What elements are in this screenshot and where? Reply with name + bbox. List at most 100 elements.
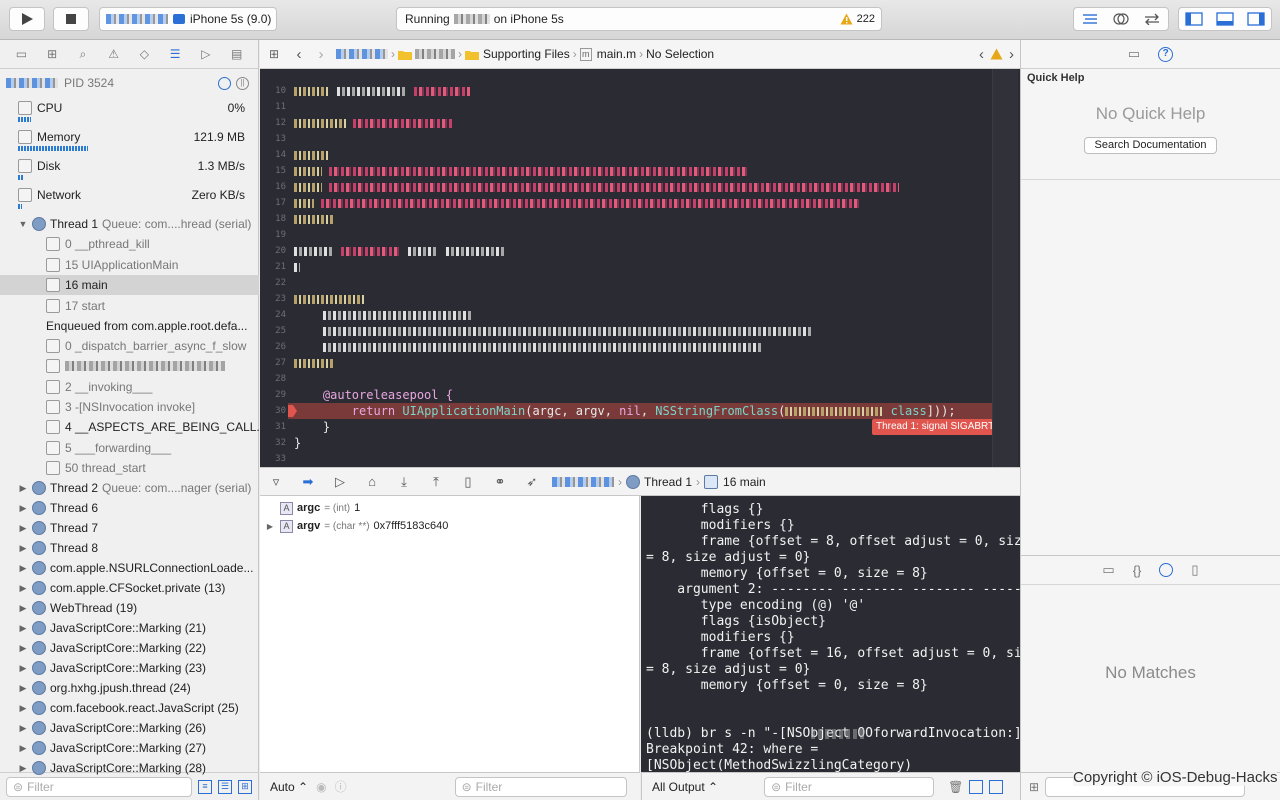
split-right-icon[interactable] — [989, 779, 1004, 794]
variable-row[interactable]: ▶ Aargv = (char **) 0x7fff5183c640 — [260, 517, 448, 535]
disclosure-closed-icon[interactable]: ▶ — [18, 563, 28, 574]
forward-arrow-icon[interactable]: › — [310, 46, 332, 63]
stack-frame-row[interactable]: 0 __pthread_kill — [0, 234, 259, 254]
stop-button[interactable] — [53, 7, 89, 31]
test-navigator-icon[interactable]: ◇ — [135, 47, 153, 61]
gauge-disk[interactable]: Disk 1.3 MB/s — [0, 156, 259, 176]
previous-issue-icon[interactable]: ‹ — [979, 46, 984, 63]
disclosure-closed-icon[interactable]: ▶ — [18, 523, 28, 534]
gauge-network[interactable]: Network Zero KB/s — [0, 185, 259, 205]
error-badge[interactable]: Thread 1: signal SIGABRT — [872, 419, 999, 435]
stack-frame-row[interactable]: 16 main — [0, 275, 259, 295]
disclosure-closed-icon[interactable]: ▶ — [18, 663, 28, 674]
thread-row[interactable]: ▶ JavaScriptCore::Marking (28) — [0, 758, 259, 778]
toggle-navigator-icon[interactable] — [1185, 12, 1203, 26]
toggle-debug-area-icon[interactable] — [1216, 12, 1234, 26]
scheme-selector[interactable]: iPhone 5s (9.0) — [99, 7, 277, 31]
related-items-icon[interactable]: ⊞ — [260, 47, 288, 61]
disclosure-closed-icon[interactable]: ▶ — [18, 503, 28, 514]
standard-editor-icon[interactable] — [1082, 13, 1098, 25]
disclosure-closed-icon[interactable]: ▶ — [18, 643, 28, 654]
issue-navigator-icon[interactable]: ⚠ — [105, 47, 123, 61]
breakpoint-navigator-icon[interactable]: ▷ — [197, 47, 215, 61]
redacted-process-crumb[interactable] — [552, 476, 614, 487]
object-library-icon[interactable] — [1159, 563, 1174, 577]
run-button[interactable] — [9, 7, 45, 31]
thread-crumb[interactable]: Thread 1 — [644, 475, 692, 489]
thread-1-row[interactable]: ▼ Thread 1 Queue: com....hread (serial) — [0, 214, 259, 234]
disclosure-closed-icon[interactable]: ▶ — [18, 603, 28, 614]
find-navigator-icon[interactable]: ⌕ — [74, 47, 92, 62]
disclosure-closed-icon[interactable]: ▶ — [18, 763, 28, 774]
thread-row[interactable]: ▶ Thread 8 — [0, 538, 259, 558]
warning-indicator[interactable]: 222 — [840, 13, 875, 25]
thread-row[interactable]: ▶ Thread 2 Queue: com....nager (serial) — [0, 478, 259, 498]
disclosure-closed-icon[interactable]: ▶ — [18, 583, 28, 594]
console-filter-input[interactable]: ⊜ Filter — [764, 776, 935, 797]
disclosure-closed-icon[interactable]: ▶ — [18, 483, 28, 494]
debug-navigator-icon[interactable]: ☰ — [166, 47, 184, 61]
thread-row[interactable]: ▶ JavaScriptCore::Marking (27) — [0, 738, 259, 758]
running-thread-filter-icon[interactable]: ☰ — [218, 779, 232, 794]
step-into-icon[interactable]: ⤓ — [388, 474, 420, 490]
variable-disclosure-icon[interactable]: ▶ — [260, 522, 280, 531]
output-selector[interactable]: All Output ⌃ — [652, 780, 718, 794]
disclosure-closed-icon[interactable]: ▶ — [18, 623, 28, 634]
gauge-cpu[interactable]: CPU 0% — [0, 98, 259, 118]
file-template-library-icon[interactable]: ▭ — [1102, 562, 1114, 578]
disclosure-closed-icon[interactable]: ▶ — [18, 703, 28, 714]
stack-frame-row[interactable]: 15 UIApplicationMain — [0, 255, 259, 275]
disclosure-closed-icon[interactable]: ▶ — [18, 743, 28, 754]
breakpoints-toggle-icon[interactable]: ➡ — [292, 474, 324, 490]
redacted-folder-crumb[interactable] — [415, 49, 455, 59]
pause-icon[interactable]: || — [236, 76, 249, 90]
variables-filter-input[interactable]: ⊜ Filter — [454, 776, 627, 797]
crashed-thread-filter-icon[interactable]: ≡ — [198, 779, 212, 794]
selection-crumb[interactable]: No Selection — [646, 47, 714, 61]
thread-row[interactable]: ▶ WebThread (19) — [0, 598, 259, 618]
enqueued-frame-row[interactable]: 4 __ASPECTS_ARE_BEING_CALL... — [0, 417, 259, 437]
project-navigator-icon[interactable]: ▭ — [12, 47, 30, 61]
stack-frame-row[interactable]: 17 start — [0, 296, 259, 316]
enqueued-frame-row[interactable]: 0 _dispatch_barrier_async_f_slow — [0, 336, 259, 356]
redacted-project-crumb[interactable] — [336, 49, 388, 59]
next-issue-icon[interactable]: › — [1009, 46, 1014, 63]
auto-scope-selector[interactable]: Auto ⌃ — [270, 780, 308, 794]
assistant-editor-icon[interactable] — [1113, 12, 1129, 26]
enqueued-frame-row[interactable]: 2 __invoking___ — [0, 377, 259, 397]
group-crumb[interactable]: Supporting Files — [483, 47, 570, 61]
thread-row[interactable]: ▶ com.apple.CFSocket.private (13) — [0, 578, 259, 598]
media-library-icon[interactable]: ▯ — [1191, 562, 1198, 578]
continue-icon[interactable]: ▷ — [324, 474, 356, 490]
thread-row[interactable]: ▶ Thread 6 — [0, 498, 259, 518]
hide-debug-area-icon[interactable]: ▿ — [260, 474, 292, 490]
enqueued-frame-row[interactable] — [0, 356, 259, 376]
thread-row[interactable]: ▶ JavaScriptCore::Marking (26) — [0, 718, 259, 738]
enqueued-frame-row[interactable]: 50 thread_start — [0, 458, 259, 478]
toggle-utilities-icon[interactable] — [1246, 12, 1265, 26]
variable-row[interactable]: Aargc = (int) 1 — [260, 499, 360, 517]
thread-row[interactable]: ▶ JavaScriptCore::Marking (22) — [0, 638, 259, 658]
issue-warning-icon[interactable] — [990, 48, 1003, 60]
gauge-toggle-icon[interactable] — [218, 76, 231, 90]
disclosure-open-icon[interactable]: ▼ — [18, 219, 28, 229]
thread-row[interactable]: ▶ JavaScriptCore::Marking (21) — [0, 618, 259, 638]
disclosure-closed-icon[interactable]: ▶ — [18, 723, 28, 734]
back-arrow-icon[interactable]: ‹ — [288, 46, 310, 63]
disclosure-closed-icon[interactable]: ▶ — [18, 683, 28, 694]
view-hierarchy-icon[interactable]: ▯ — [452, 474, 484, 490]
thread-row[interactable]: ▶ com.facebook.react.JavaScript (25) — [0, 698, 259, 718]
thread-row[interactable]: ▶ org.hxhg.jpush.thread (24) — [0, 678, 259, 698]
memory-graph-icon[interactable]: ⚭ — [484, 474, 516, 490]
grid-view-icon[interactable]: ⊞ — [1029, 780, 1039, 794]
process-row[interactable]: PID 3524 || — [0, 73, 259, 93]
info-icon[interactable]: ⓘ — [335, 778, 347, 795]
editor-minimap-scrollbar[interactable] — [992, 69, 1018, 467]
quicklook-icon[interactable]: ◉ — [316, 780, 326, 794]
file-inspector-icon[interactable]: ▭ — [1128, 46, 1140, 62]
thread-row[interactable]: ▶ Thread 7 — [0, 518, 259, 538]
enqueued-frame-row[interactable]: 3 -[NSInvocation invoke] — [0, 397, 259, 417]
thread-row[interactable]: ▶ com.apple.NSURLConnectionLoade... — [0, 558, 259, 578]
search-documentation-button[interactable]: Search Documentation — [1084, 137, 1217, 154]
step-over-icon[interactable]: ⌂ — [356, 474, 388, 489]
